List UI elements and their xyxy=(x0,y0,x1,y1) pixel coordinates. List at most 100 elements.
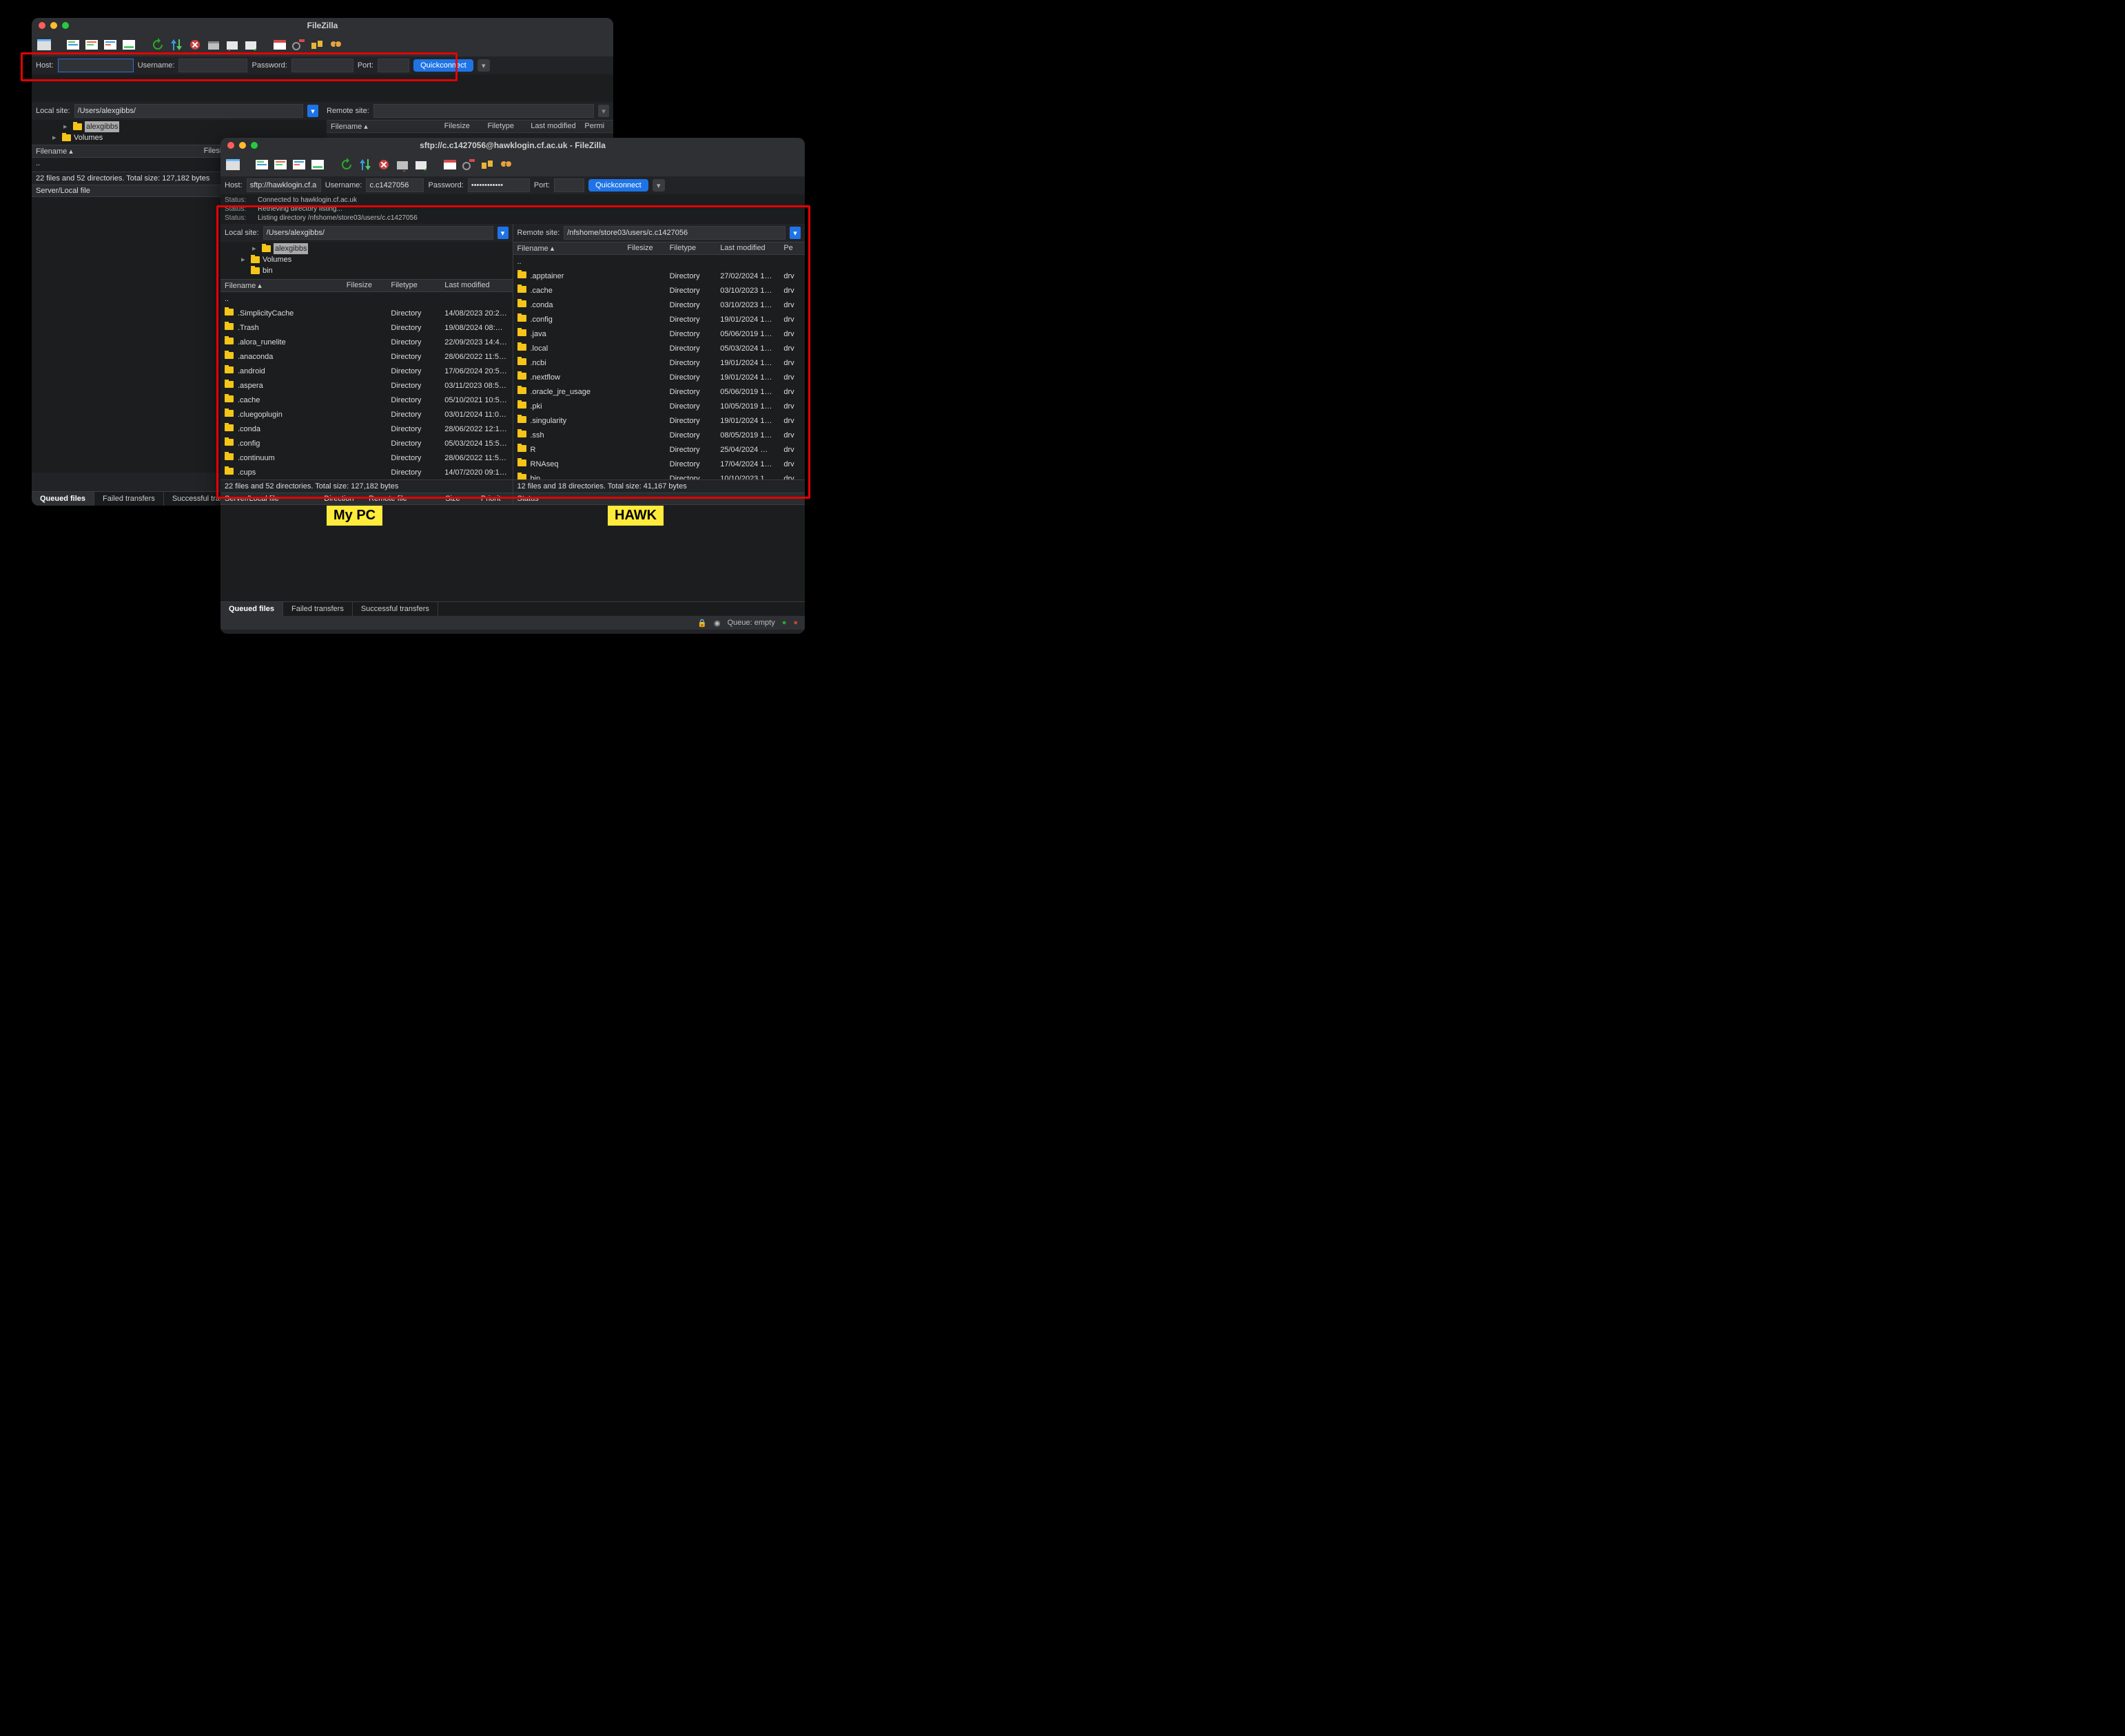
compare-icon[interactable] xyxy=(290,37,307,52)
reconnect2-icon[interactable] xyxy=(243,37,259,52)
remote-header[interactable]: Filename ▴ Filesize Filetype Last modifi… xyxy=(327,120,613,133)
file-row[interactable]: .nextflowDirectory19/01/2024 1…drv xyxy=(513,371,805,385)
message-log: Status:Connected to hawklogin.cf.ac.uk S… xyxy=(220,194,805,224)
search-icon[interactable] xyxy=(497,157,514,172)
parent-dir[interactable]: .. xyxy=(36,159,40,167)
toggle-localtree-icon[interactable] xyxy=(83,37,100,52)
folder-icon xyxy=(262,245,271,252)
cancel-icon[interactable] xyxy=(376,157,392,172)
toggle-log-icon[interactable] xyxy=(65,37,81,52)
site-manager-icon[interactable] xyxy=(36,37,52,52)
refresh-icon[interactable] xyxy=(150,37,166,52)
cancel-icon[interactable] xyxy=(187,37,203,52)
toggle-queue-icon[interactable] xyxy=(121,37,137,52)
toggle-queue-icon[interactable] xyxy=(309,157,326,172)
host-input[interactable] xyxy=(58,59,134,72)
compare-icon[interactable] xyxy=(460,157,477,172)
remote-file-header[interactable]: Filename ▴ Filesize Filetype Last modifi… xyxy=(513,242,805,255)
reconnect-icon[interactable] xyxy=(224,37,240,52)
username-input[interactable] xyxy=(178,59,247,72)
sync-icon[interactable] xyxy=(479,157,495,172)
file-row[interactable]: .continuumDirectory28/06/2022 11:5… xyxy=(220,451,513,466)
file-row[interactable]: .javaDirectory05/06/2019 1…drv xyxy=(513,327,805,342)
sync-icon[interactable] xyxy=(309,37,325,52)
tab-queued[interactable]: Queued files xyxy=(220,602,283,616)
host-input[interactable] xyxy=(247,178,321,192)
file-row[interactable]: binDirectory10/10/2023 1…drv xyxy=(513,472,805,479)
remote-file-list[interactable]: ...apptainerDirectory27/02/2024 1…drv.ca… xyxy=(513,255,805,479)
file-row[interactable]: .cacheDirectory05/10/2021 10:5… xyxy=(220,393,513,408)
reconnect-icon[interactable] xyxy=(413,157,429,172)
quickconnect-history-dropdown[interactable]: ▾ xyxy=(653,179,665,192)
toggle-log-icon[interactable] xyxy=(254,157,270,172)
label-mypc: My PC xyxy=(327,506,382,526)
file-row[interactable]: .sshDirectory08/05/2019 1…drv xyxy=(513,428,805,443)
file-row[interactable]: .asperaDirectory03/11/2023 08:5… xyxy=(220,379,513,393)
toggle-localtree-icon[interactable] xyxy=(272,157,289,172)
tab-failed[interactable]: Failed transfers xyxy=(283,602,353,616)
port-input[interactable] xyxy=(378,59,409,72)
file-row[interactable]: .apptainerDirectory27/02/2024 1…drv xyxy=(513,269,805,284)
password-input[interactable] xyxy=(468,178,530,192)
quickconnect-button[interactable]: Quickconnect xyxy=(413,59,473,72)
toggle-remotetree-icon[interactable] xyxy=(291,157,307,172)
file-row[interactable]: .ncbiDirectory19/01/2024 1…drv xyxy=(513,356,805,371)
remote-site-label: Remote site: xyxy=(327,107,369,115)
disconnect-icon[interactable] xyxy=(394,157,411,172)
refresh-icon[interactable] xyxy=(338,157,355,172)
file-row[interactable]: .cupsDirectory14/07/2020 09:1… xyxy=(220,466,513,479)
local-file-list[interactable]: ...SimplicityCacheDirectory14/08/2023 20… xyxy=(220,292,513,479)
file-row[interactable]: .. xyxy=(220,292,513,307)
local-path-dropdown[interactable]: ▾ xyxy=(307,105,318,117)
remote-path-input[interactable] xyxy=(564,226,786,240)
folder-icon xyxy=(225,338,234,344)
remote-path-dropdown[interactable]: ▾ xyxy=(598,105,609,117)
quickconnect-button[interactable]: Quickconnect xyxy=(588,179,648,192)
site-manager-icon[interactable] xyxy=(225,157,241,172)
file-row[interactable]: .androidDirectory17/06/2024 20:5… xyxy=(220,364,513,379)
file-row[interactable]: .alora_runeliteDirectory22/09/2023 14:4… xyxy=(220,335,513,350)
file-row[interactable]: .singularityDirectory19/01/2024 1…drv xyxy=(513,414,805,428)
file-row[interactable]: .cacheDirectory03/10/2023 1…drv xyxy=(513,284,805,298)
file-row[interactable]: .cluegopluginDirectory03/01/2024 11:0… xyxy=(220,408,513,422)
file-row[interactable]: RDirectory25/04/2024 …drv xyxy=(513,443,805,457)
file-row[interactable]: .. xyxy=(513,255,805,269)
folder-icon xyxy=(517,344,526,351)
port-input[interactable] xyxy=(554,178,584,192)
local-tree[interactable]: ▸alexgibbs ▸Volumes bin xyxy=(220,242,513,279)
file-row[interactable]: .pkiDirectory10/05/2019 1…drv xyxy=(513,400,805,414)
local-status: 22 files and 52 directories. Total size:… xyxy=(220,479,513,493)
filter-icon[interactable] xyxy=(442,157,458,172)
tab-queued[interactable]: Queued files xyxy=(32,492,94,506)
local-path-input[interactable] xyxy=(74,104,303,118)
file-row[interactable]: .TrashDirectory19/08/2024 08:… xyxy=(220,321,513,335)
file-row[interactable]: .condaDirectory28/06/2022 12:1… xyxy=(220,422,513,437)
search-icon[interactable] xyxy=(327,37,344,52)
port-label: Port: xyxy=(358,61,373,70)
file-row[interactable]: .configDirectory19/01/2024 1…drv xyxy=(513,313,805,327)
password-input[interactable] xyxy=(291,59,353,72)
tab-success[interactable]: Successful transfers xyxy=(353,602,438,616)
password-label: Password: xyxy=(428,181,463,189)
remote-path-input[interactable] xyxy=(373,104,594,118)
process-queue-icon[interactable] xyxy=(357,157,373,172)
file-row[interactable]: RNAseqDirectory17/04/2024 1…drv xyxy=(513,457,805,472)
local-path-dropdown[interactable]: ▾ xyxy=(497,227,509,239)
local-file-header[interactable]: Filename ▴ Filesize Filetype Last modifi… xyxy=(220,279,513,292)
filter-icon[interactable] xyxy=(271,37,288,52)
tab-failed[interactable]: Failed transfers xyxy=(94,492,164,506)
quickconnect-history-dropdown[interactable]: ▾ xyxy=(478,59,490,72)
process-queue-icon[interactable] xyxy=(168,37,185,52)
file-row[interactable]: .localDirectory05/03/2024 1…drv xyxy=(513,342,805,356)
file-row[interactable]: .oracle_jre_usageDirectory05/06/2019 1…d… xyxy=(513,385,805,400)
file-row[interactable]: .configDirectory05/03/2024 15:5… xyxy=(220,437,513,451)
username-input[interactable] xyxy=(366,178,424,192)
toggle-remotetree-icon[interactable] xyxy=(102,37,119,52)
file-row[interactable]: .anacondaDirectory28/06/2022 11:5… xyxy=(220,350,513,364)
disconnect-icon[interactable] xyxy=(205,37,222,52)
remote-path-dropdown[interactable]: ▾ xyxy=(790,227,801,239)
remote-status: 12 files and 18 directories. Total size:… xyxy=(513,479,805,493)
file-row[interactable]: .SimplicityCacheDirectory14/08/2023 20:2… xyxy=(220,307,513,321)
file-row[interactable]: .condaDirectory03/10/2023 1…drv xyxy=(513,298,805,313)
local-path-input[interactable] xyxy=(263,226,493,240)
